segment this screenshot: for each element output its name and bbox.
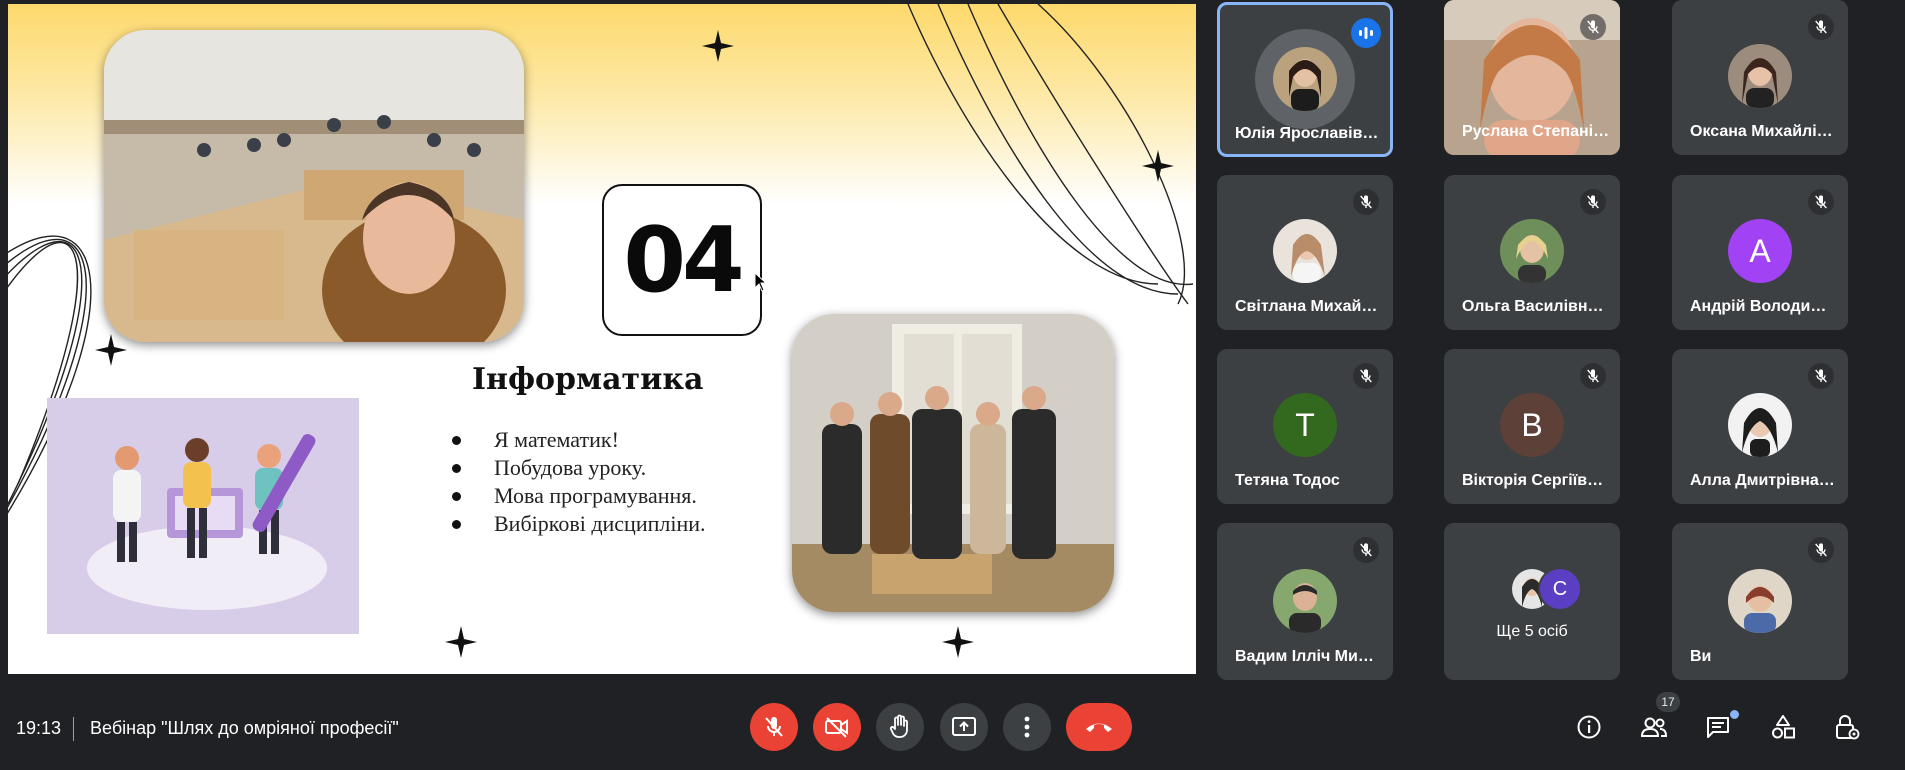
end-call-icon	[1086, 723, 1112, 732]
participant-name: Алла Дмитрівна Па...	[1690, 472, 1838, 489]
avatar	[1273, 569, 1337, 633]
mic-off-icon	[1353, 363, 1379, 389]
participant-name: Вікторія Сергіївна ...	[1462, 472, 1610, 489]
camera-off-icon	[825, 717, 848, 738]
participant-tile[interactable]: Ви	[1672, 523, 1848, 680]
activities-icon	[1772, 715, 1795, 739]
host-controls-button[interactable]	[1830, 710, 1864, 744]
slide-title: Інформатика	[472, 362, 704, 397]
avatar-initial: A	[1728, 219, 1792, 283]
avatar-initial: B	[1500, 393, 1564, 457]
bullet-item: Вибіркові дисципліни.	[444, 510, 706, 538]
slide-number: 04	[623, 207, 744, 313]
participant-count-badge: 17	[1656, 692, 1680, 712]
avatar-initial: C	[1540, 569, 1580, 609]
classroom-selfie-photo	[104, 30, 524, 342]
sparkle-icon	[445, 626, 477, 658]
participant-tile[interactable]: Юлія Ярославівна ...	[1217, 2, 1393, 157]
participant-name: Андрій Володимир...	[1690, 298, 1838, 315]
unread-indicator	[1730, 710, 1739, 719]
avatar	[1728, 569, 1792, 633]
people-icon	[1640, 717, 1668, 737]
speaking-indicator-icon	[1351, 18, 1381, 48]
participant-tile[interactable]: Світлана Михайлів...	[1217, 175, 1393, 330]
participant-name: Ви	[1690, 648, 1712, 665]
more-participants-tile[interactable]: C Ще 5 осіб	[1444, 523, 1620, 680]
sparkle-icon	[95, 334, 127, 366]
participant-tile[interactable]: T Тетяна Тодос	[1217, 349, 1393, 504]
avatar	[1728, 393, 1792, 457]
participant-tile[interactable]: B Вікторія Сергіївна ...	[1444, 349, 1620, 504]
people-button[interactable]	[1637, 710, 1671, 744]
group-photo	[792, 314, 1114, 612]
sparkle-icon	[702, 30, 734, 62]
mic-off-icon	[1808, 189, 1834, 215]
avatar	[1500, 219, 1564, 283]
clock: 19:13	[16, 718, 62, 738]
participant-tile[interactable]: Алла Дмитрівна Па...	[1672, 349, 1848, 504]
participant-name: Тетяна Тодос	[1235, 472, 1340, 489]
slide-bullet-list: Я математик! Побудова уроку. Мова програ…	[444, 426, 706, 538]
participant-tile[interactable]: Руслана Степанівн...	[1444, 0, 1620, 155]
chat-icon	[1707, 717, 1729, 738]
more-participants-label: Ще 5 осіб	[1496, 623, 1568, 640]
mouse-cursor-icon	[754, 272, 768, 292]
mic-off-icon	[1353, 189, 1379, 215]
participant-tile[interactable]: Вадим Ілліч Мирон...	[1217, 523, 1393, 680]
mic-off-icon	[1580, 14, 1606, 40]
raise-hand-icon	[889, 714, 908, 738]
mic-off-icon	[1808, 363, 1834, 389]
avatar	[1273, 219, 1337, 283]
mic-off-icon	[765, 717, 783, 737]
present-icon	[952, 717, 976, 736]
mic-toggle-button[interactable]	[750, 703, 798, 751]
present-button[interactable]	[940, 703, 988, 751]
mic-off-icon	[1808, 14, 1834, 40]
more-options-button[interactable]	[1003, 703, 1051, 751]
mic-off-icon	[1808, 537, 1834, 563]
mic-off-icon	[1580, 189, 1606, 215]
avatar	[1728, 44, 1792, 108]
avatar-initial: T	[1273, 393, 1337, 457]
participant-name: Ольга Василівна М...	[1462, 298, 1610, 315]
mic-off-icon	[1353, 537, 1379, 563]
stacked-avatars: C	[1512, 565, 1582, 611]
sparkle-icon	[942, 626, 974, 658]
participant-name: Руслана Степанівн...	[1462, 123, 1610, 140]
info-icon	[1577, 715, 1601, 739]
slide-number-box: 04	[602, 184, 762, 336]
leave-call-button[interactable]	[1066, 703, 1132, 751]
participant-name: Юлія Ярославівна ...	[1235, 125, 1383, 142]
host-controls-icon	[1836, 715, 1860, 740]
divider	[73, 717, 74, 741]
participant-tile[interactable]: Оксана Михайлівна...	[1672, 0, 1848, 155]
bullet-item: Я математик!	[444, 426, 706, 454]
bullet-item: Мова програмування.	[444, 482, 706, 510]
camera-toggle-button[interactable]	[813, 703, 861, 751]
students-illustration	[47, 398, 359, 634]
participant-tile[interactable]: A Андрій Володимир...	[1672, 175, 1848, 330]
raise-hand-button[interactable]	[876, 703, 924, 751]
sparkle-icon	[1142, 150, 1174, 182]
activities-button[interactable]	[1766, 710, 1800, 744]
participant-name: Оксана Михайлівна...	[1690, 123, 1838, 140]
meeting-title: Вебінар "Шлях до омріяної професії"	[90, 718, 399, 738]
bullet-item: Побудова уроку.	[444, 454, 706, 482]
more-options-icon	[1024, 716, 1030, 738]
avatar	[1255, 29, 1355, 129]
mic-off-icon	[1580, 363, 1606, 389]
participant-name: Світлана Михайлів...	[1235, 298, 1383, 315]
participant-tile[interactable]: Ольга Василівна М...	[1444, 175, 1620, 330]
shared-presentation: 04 Інформатика Я математик! Побудова уро…	[8, 4, 1196, 674]
meeting-details-button[interactable]	[1572, 710, 1606, 744]
participant-name: Вадим Ілліч Мирон...	[1235, 648, 1383, 665]
